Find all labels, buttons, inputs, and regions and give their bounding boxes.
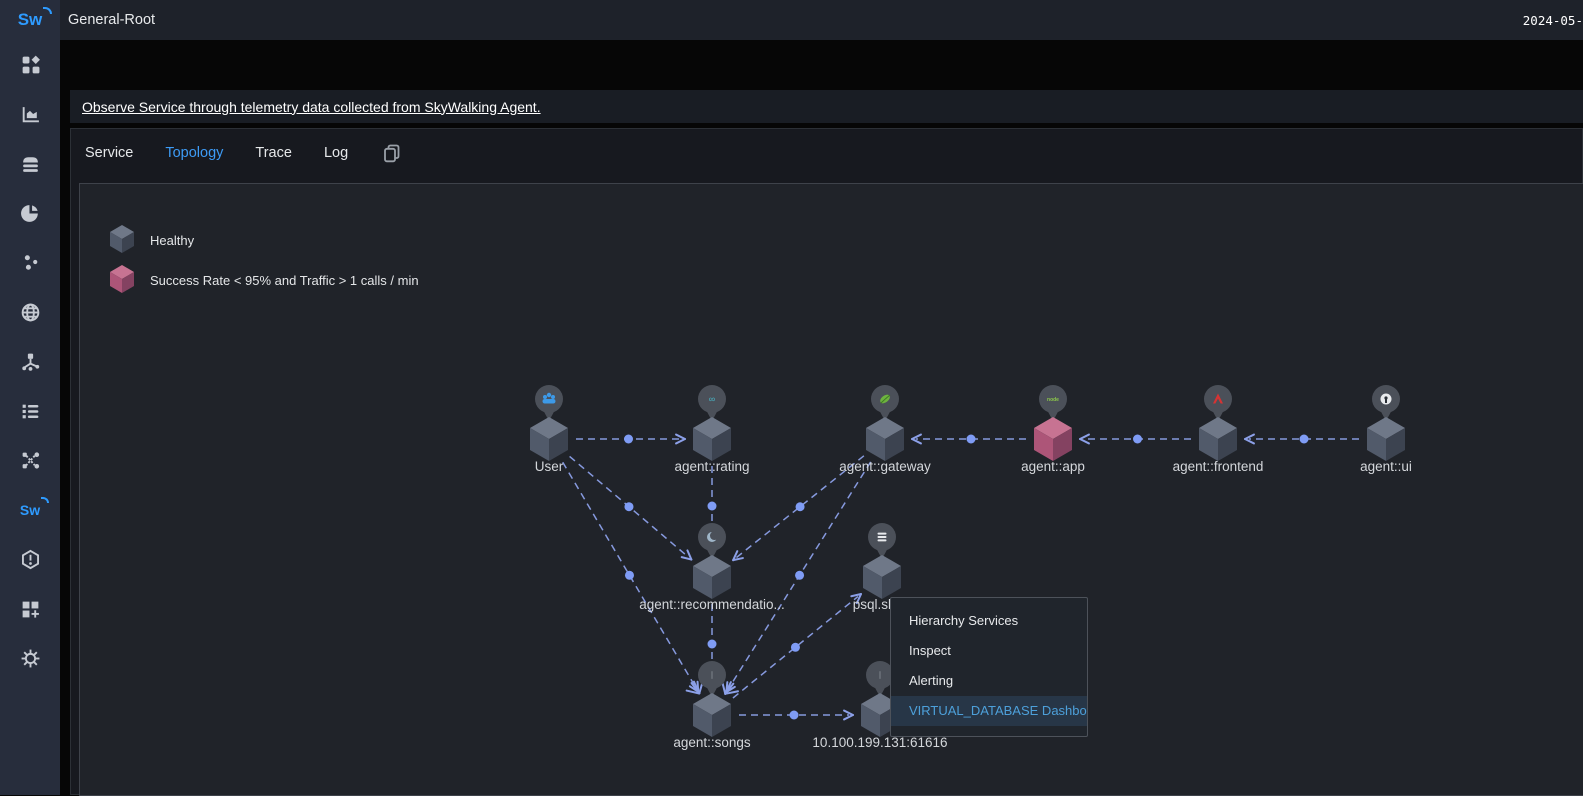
logo-text: Sw xyxy=(18,10,43,30)
sidebar-item-flow[interactable] xyxy=(0,436,60,486)
topology-node-frontend[interactable] xyxy=(1199,385,1237,461)
svg-text:∞: ∞ xyxy=(709,394,715,404)
sidebar-item-alerting[interactable] xyxy=(0,535,60,585)
node-label-db: 10.100.199.131:61616 xyxy=(812,735,947,750)
legend-item-healthy: Healthy xyxy=(108,220,419,260)
widgets-plus-icon xyxy=(20,599,41,620)
node-label-ui: agent::ui xyxy=(1360,459,1412,474)
sidebar-item-list[interactable] xyxy=(0,387,60,437)
edge-songs-db xyxy=(739,711,853,720)
topology-container: Healthy Success Rate < 95% and Traffic > … xyxy=(79,183,1583,796)
edge-user-rec xyxy=(570,456,692,559)
tab-trace[interactable]: Trace xyxy=(255,145,292,161)
topology-node-app[interactable]: node xyxy=(1034,385,1072,461)
skywalking-mini-logo: Sw xyxy=(20,502,40,518)
pie-chart-icon xyxy=(20,203,41,224)
context-menu-item-virtual-database-dashboard[interactable]: VIRTUAL_DATABASE Dashboard xyxy=(891,696,1087,726)
edge-app-gateway xyxy=(912,435,1026,444)
skywalking-logo[interactable]: Sw xyxy=(0,0,60,40)
topology-3d-icon xyxy=(20,351,41,372)
node-label-app: agent::app xyxy=(1021,459,1085,474)
legend-label: Healthy xyxy=(150,233,194,248)
sidebar-item-widgets[interactable] xyxy=(0,585,60,635)
edge-user-rating xyxy=(576,435,685,444)
sidebar-item-settings[interactable] xyxy=(0,634,60,684)
node-label-rating: agent::rating xyxy=(674,459,749,474)
sidebar-item-metrics[interactable] xyxy=(0,90,60,140)
gear-icon xyxy=(20,648,41,669)
node-label-gateway: agent::gateway xyxy=(839,459,931,474)
page-title: General-Root xyxy=(68,12,155,28)
node-context-menu: Hierarchy ServicesInspectAlertingVIRTUAL… xyxy=(890,597,1088,737)
edge-frontend-app xyxy=(1080,435,1191,444)
server-list-icon xyxy=(20,401,41,422)
banner-panel: Observe Service through telemetry data c… xyxy=(70,90,1583,123)
sidebar-item-layers[interactable] xyxy=(0,139,60,189)
layers-icon xyxy=(20,153,41,174)
node-label-frontend: agent::frontend xyxy=(1173,459,1264,474)
topology-node-ui[interactable] xyxy=(1367,385,1405,461)
sidebar-item-sampling[interactable] xyxy=(0,238,60,288)
sidebar-item-dashboard[interactable] xyxy=(0,40,60,90)
widget-panel: Service Topology Trace Log Healthy Success R… xyxy=(70,128,1583,795)
bar-chart-icon xyxy=(20,104,41,125)
alert-hexagon-icon xyxy=(20,549,41,570)
dashboard-icon xyxy=(20,54,41,75)
topology-legend: Healthy Success Rate < 95% and Traffic > … xyxy=(108,220,419,300)
scatter-dots-icon xyxy=(20,252,41,273)
node-label-user: User xyxy=(535,459,564,474)
tabs-list: Service Topology Trace Log xyxy=(85,145,348,161)
topology-node-rating[interactable]: ∞ xyxy=(693,385,731,461)
sidebar: Sw xyxy=(0,0,60,795)
edge-user-songs xyxy=(563,462,703,693)
topology-node-rec[interactable] xyxy=(693,523,731,599)
logo-swoosh xyxy=(43,7,52,14)
warning-cube-icon xyxy=(108,265,136,295)
tab-log[interactable]: Log xyxy=(324,145,348,161)
legend-label: Success Rate < 95% and Traffic > 1 calls… xyxy=(150,273,419,288)
node-label-rec: agent::recommendatio... xyxy=(639,597,785,612)
context-menu-item-inspect[interactable]: Inspect xyxy=(891,636,1087,666)
observe-service-link[interactable]: Observe Service through telemetry data c… xyxy=(82,99,541,115)
sidebar-item-skywalking[interactable]: Sw xyxy=(0,486,60,536)
globe-icon xyxy=(20,302,41,323)
sidebar-item-pie[interactable] xyxy=(0,189,60,239)
context-menu-item-alerting[interactable]: Alerting xyxy=(891,666,1087,696)
copy-icon[interactable] xyxy=(382,143,402,163)
legend-item-warning: Success Rate < 95% and Traffic > 1 calls… xyxy=(108,260,419,300)
sidebar-item-globe[interactable] xyxy=(0,288,60,338)
topology-node-gateway[interactable] xyxy=(866,385,904,461)
context-menu-item-hierarchy-services[interactable]: Hierarchy Services xyxy=(891,606,1087,636)
topology-node-psql[interactable] xyxy=(863,523,901,599)
node-label-songs: agent::songs xyxy=(673,735,751,750)
edge-ui-frontend xyxy=(1245,435,1359,444)
top-bar: General-Root 2024-05- xyxy=(60,0,1583,40)
tab-topology[interactable]: Topology xyxy=(165,145,223,161)
tab-bar: Service Topology Trace Log xyxy=(71,129,1582,177)
svg-text:node: node xyxy=(1047,397,1059,403)
sidebar-item-topology[interactable] xyxy=(0,337,60,387)
flow-icon xyxy=(20,450,41,471)
healthy-cube-icon xyxy=(108,225,136,255)
time-range-value[interactable]: 2024-05- xyxy=(1523,13,1583,28)
edge-gateway-songs xyxy=(722,462,871,694)
topology-node-user[interactable] xyxy=(530,385,568,461)
tab-service[interactable]: Service xyxy=(85,145,133,161)
topology-node-songs[interactable] xyxy=(693,661,731,737)
